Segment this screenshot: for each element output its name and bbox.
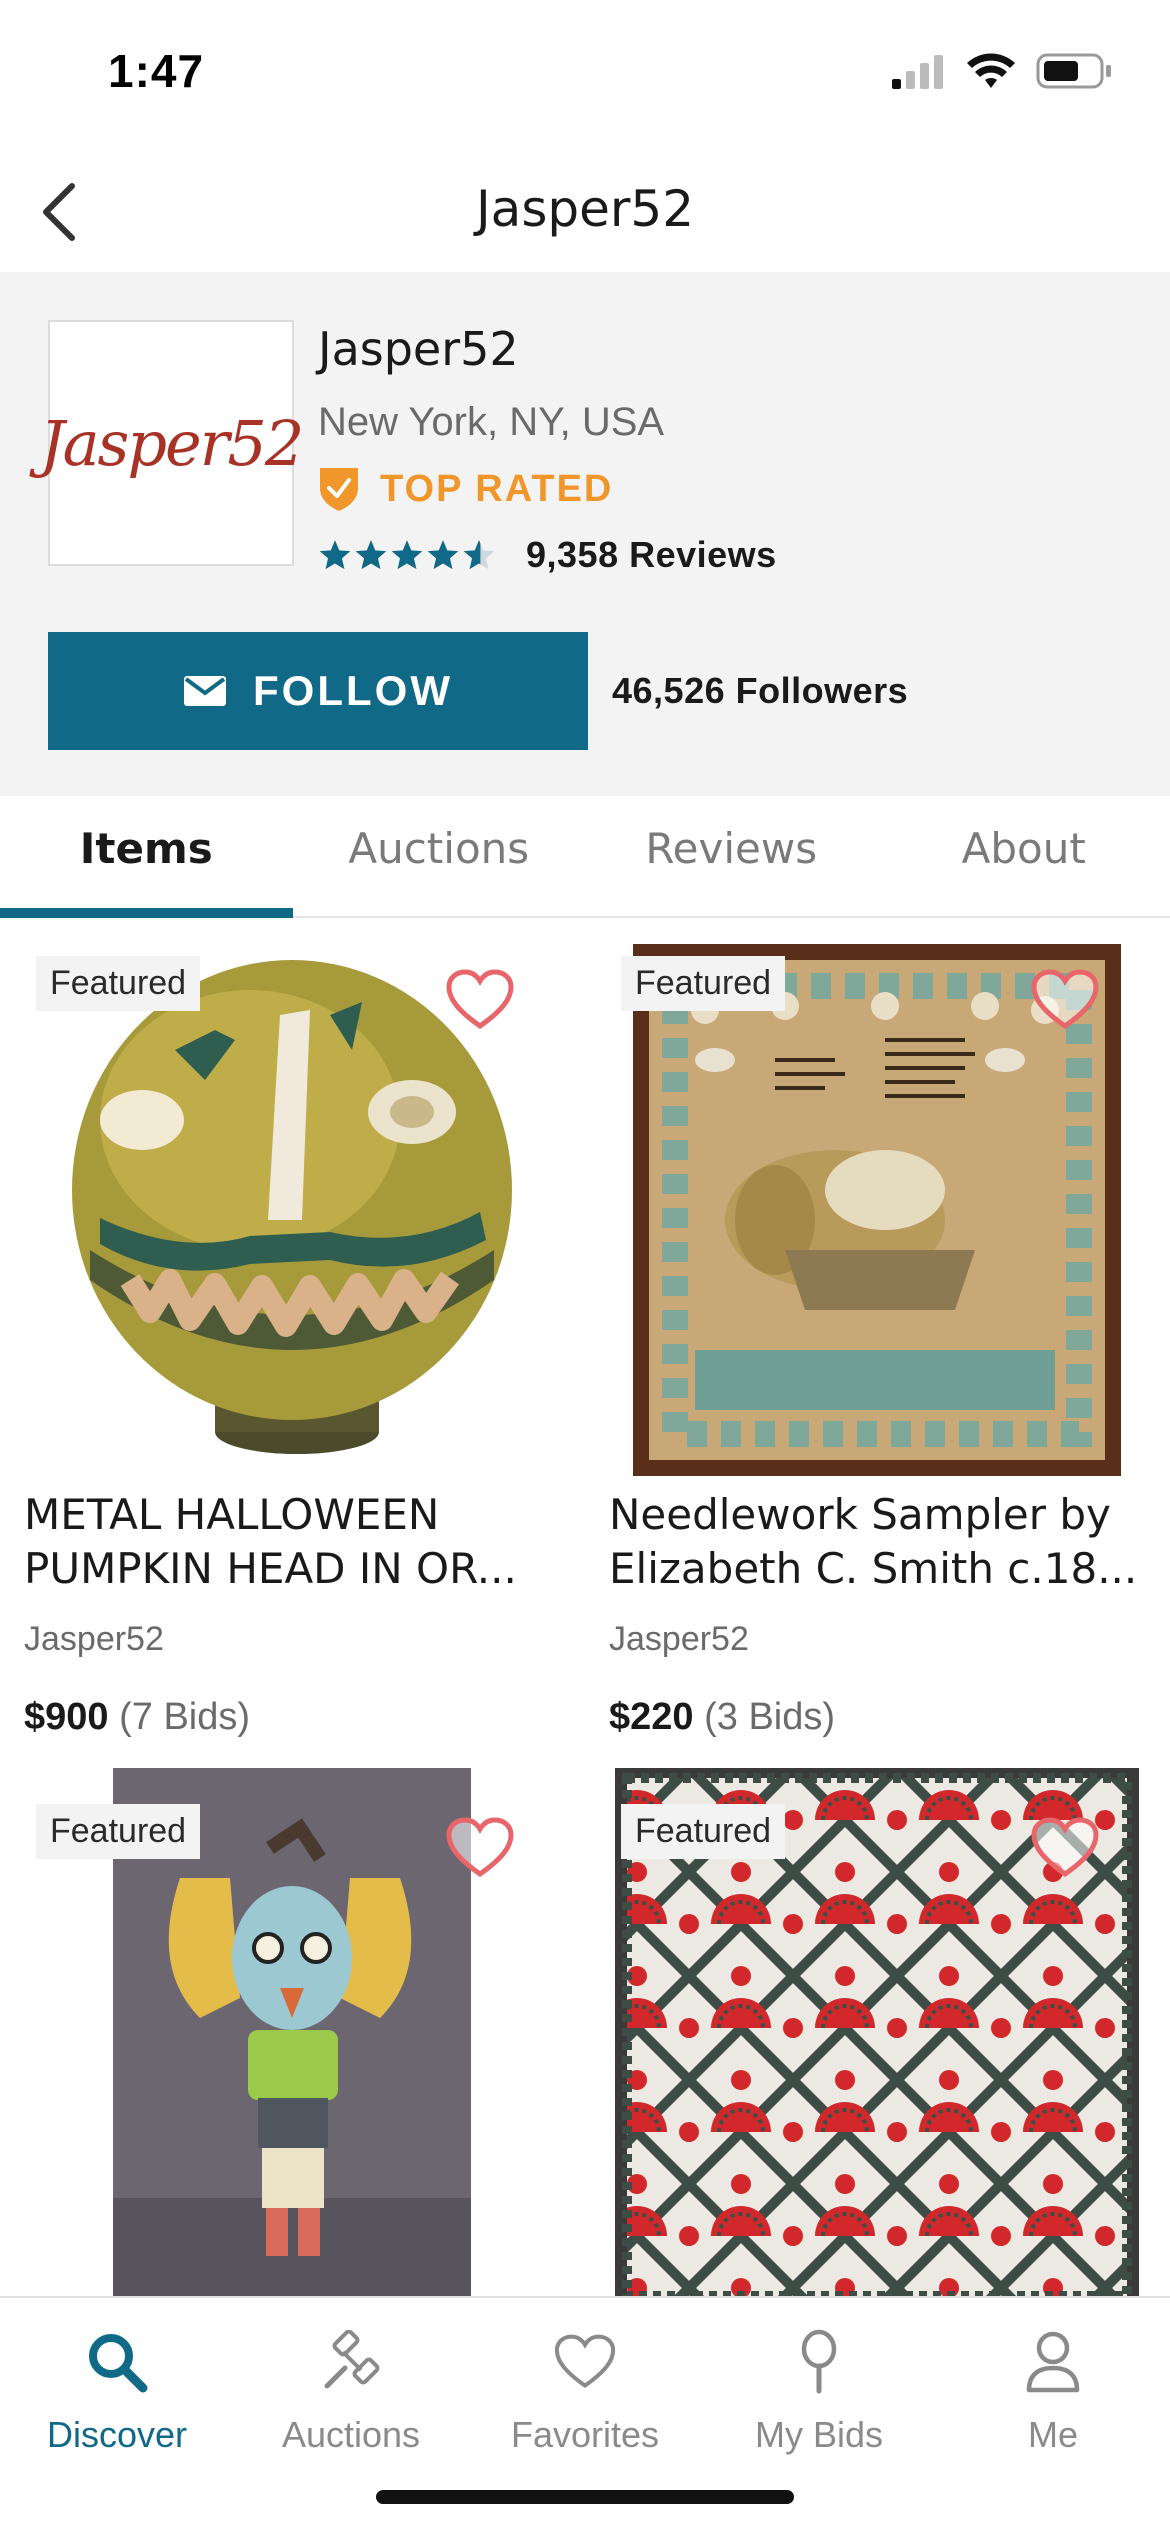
item-price: $900 (7 Bids) [24, 1696, 250, 1739]
item-image[interactable]: Featured [585, 920, 1170, 1480]
battery-icon [1036, 53, 1111, 89]
bottom-tab-me[interactable]: Me [936, 2298, 1170, 2532]
shield-check-icon [320, 468, 358, 511]
tab-auctions[interactable]: Auctions [293, 796, 586, 916]
reviews-count: 9,358 Reviews [526, 534, 777, 575]
star-icon [391, 540, 423, 570]
star-half-icon [463, 540, 495, 570]
heart-outline-icon [1031, 1817, 1099, 1878]
page-title: Jasper52 [475, 180, 695, 238]
favorite-button[interactable] [1030, 1816, 1100, 1880]
heart-icon [545, 2322, 625, 2402]
bid-count: (3 Bids) [704, 1696, 836, 1738]
heart-outline-icon [446, 969, 514, 1030]
item-seller: Jasper52 [609, 1620, 749, 1658]
star-icon [427, 540, 459, 570]
star-icon [319, 540, 351, 570]
item-card[interactable]: Featured [585, 1768, 1170, 2296]
top-rated-label: TOP RATED [380, 467, 614, 510]
item-card[interactable]: Featured Needlework Sampler by Elizabeth… [585, 920, 1170, 1780]
navigation-bar: Jasper52 [0, 150, 1170, 272]
item-image[interactable]: Featured [0, 1768, 585, 2296]
price-amount: $900 [24, 1696, 109, 1738]
bottom-tab-label: Auctions [281, 2414, 421, 2455]
search-icon [77, 2322, 157, 2402]
seller-tabs: Items Auctions Reviews About [0, 796, 1170, 918]
item-image[interactable]: Featured [585, 1768, 1170, 2296]
top-rated-badge: TOP RATED [318, 466, 613, 512]
seller-header: Jasper52 Jasper52 New York, NY, USA TOP … [0, 272, 1170, 796]
tab-reviews[interactable]: Reviews [585, 796, 878, 916]
home-indicator[interactable] [376, 2490, 794, 2504]
seller-logo-text: Jasper52 [39, 406, 305, 480]
item-title[interactable]: METAL HALLOWEEN PUMPKIN HEAD IN OR... [24, 1488, 564, 1596]
bottom-tab-label: Me [1027, 2414, 1078, 2455]
bottom-tab-label: My Bids [754, 2414, 884, 2455]
bottom-tab-discover[interactable]: Discover [0, 2298, 234, 2532]
items-grid: Featured METAL HALLOWEEN PUMPKIN HEAD IN… [0, 920, 1170, 2296]
item-title[interactable]: Needlework Sampler by Elizabeth C. Smith… [609, 1488, 1149, 1596]
wifi-icon [967, 53, 1015, 88]
status-icons [892, 52, 1112, 90]
seller-logo: Jasper52 [40, 320, 304, 566]
heart-outline-icon [446, 1817, 514, 1878]
tab-about[interactable]: About [878, 796, 1170, 916]
favorite-button[interactable] [445, 968, 515, 1032]
item-seller: Jasper52 [24, 1620, 164, 1658]
bottom-tab-label: Favorites [510, 2414, 660, 2455]
bid-count: (7 Bids) [119, 1696, 251, 1738]
price-amount: $220 [609, 1696, 694, 1738]
heart-outline-icon [1031, 969, 1099, 1030]
star-icon [355, 540, 387, 570]
status-time: 1:47 [108, 45, 205, 97]
featured-badge: Featured [621, 956, 786, 1011]
follow-label: FOLLOW [253, 667, 453, 714]
star-rating [318, 538, 496, 572]
rating-row[interactable]: 9,358 Reviews [318, 534, 777, 576]
item-price: $220 (3 Bids) [609, 1696, 835, 1739]
bottom-tab-label: Discover [46, 2414, 188, 2455]
person-icon [1013, 2322, 1093, 2402]
follow-button[interactable]: FOLLOW [48, 632, 588, 750]
tab-items[interactable]: Items [0, 796, 293, 918]
followers-count: 46,526 Followers [612, 670, 909, 711]
favorite-button[interactable] [1030, 968, 1100, 1032]
envelope-icon [184, 676, 227, 706]
seller-name: Jasper52 [318, 322, 519, 376]
paddle-icon [779, 2322, 859, 2402]
status-bar: 1:47 [0, 0, 1170, 150]
cellular-signal-icon [892, 55, 943, 89]
favorite-button[interactable] [445, 1816, 515, 1880]
featured-badge: Featured [621, 1804, 786, 1859]
gavel-icon [311, 2322, 391, 2402]
item-card[interactable]: Featured [0, 1768, 585, 2296]
seller-location: New York, NY, USA [318, 400, 665, 444]
item-card[interactable]: Featured METAL HALLOWEEN PUMPKIN HEAD IN… [0, 920, 585, 1780]
featured-badge: Featured [36, 956, 201, 1011]
featured-badge: Featured [36, 1804, 201, 1859]
item-image[interactable]: Featured [0, 920, 585, 1480]
